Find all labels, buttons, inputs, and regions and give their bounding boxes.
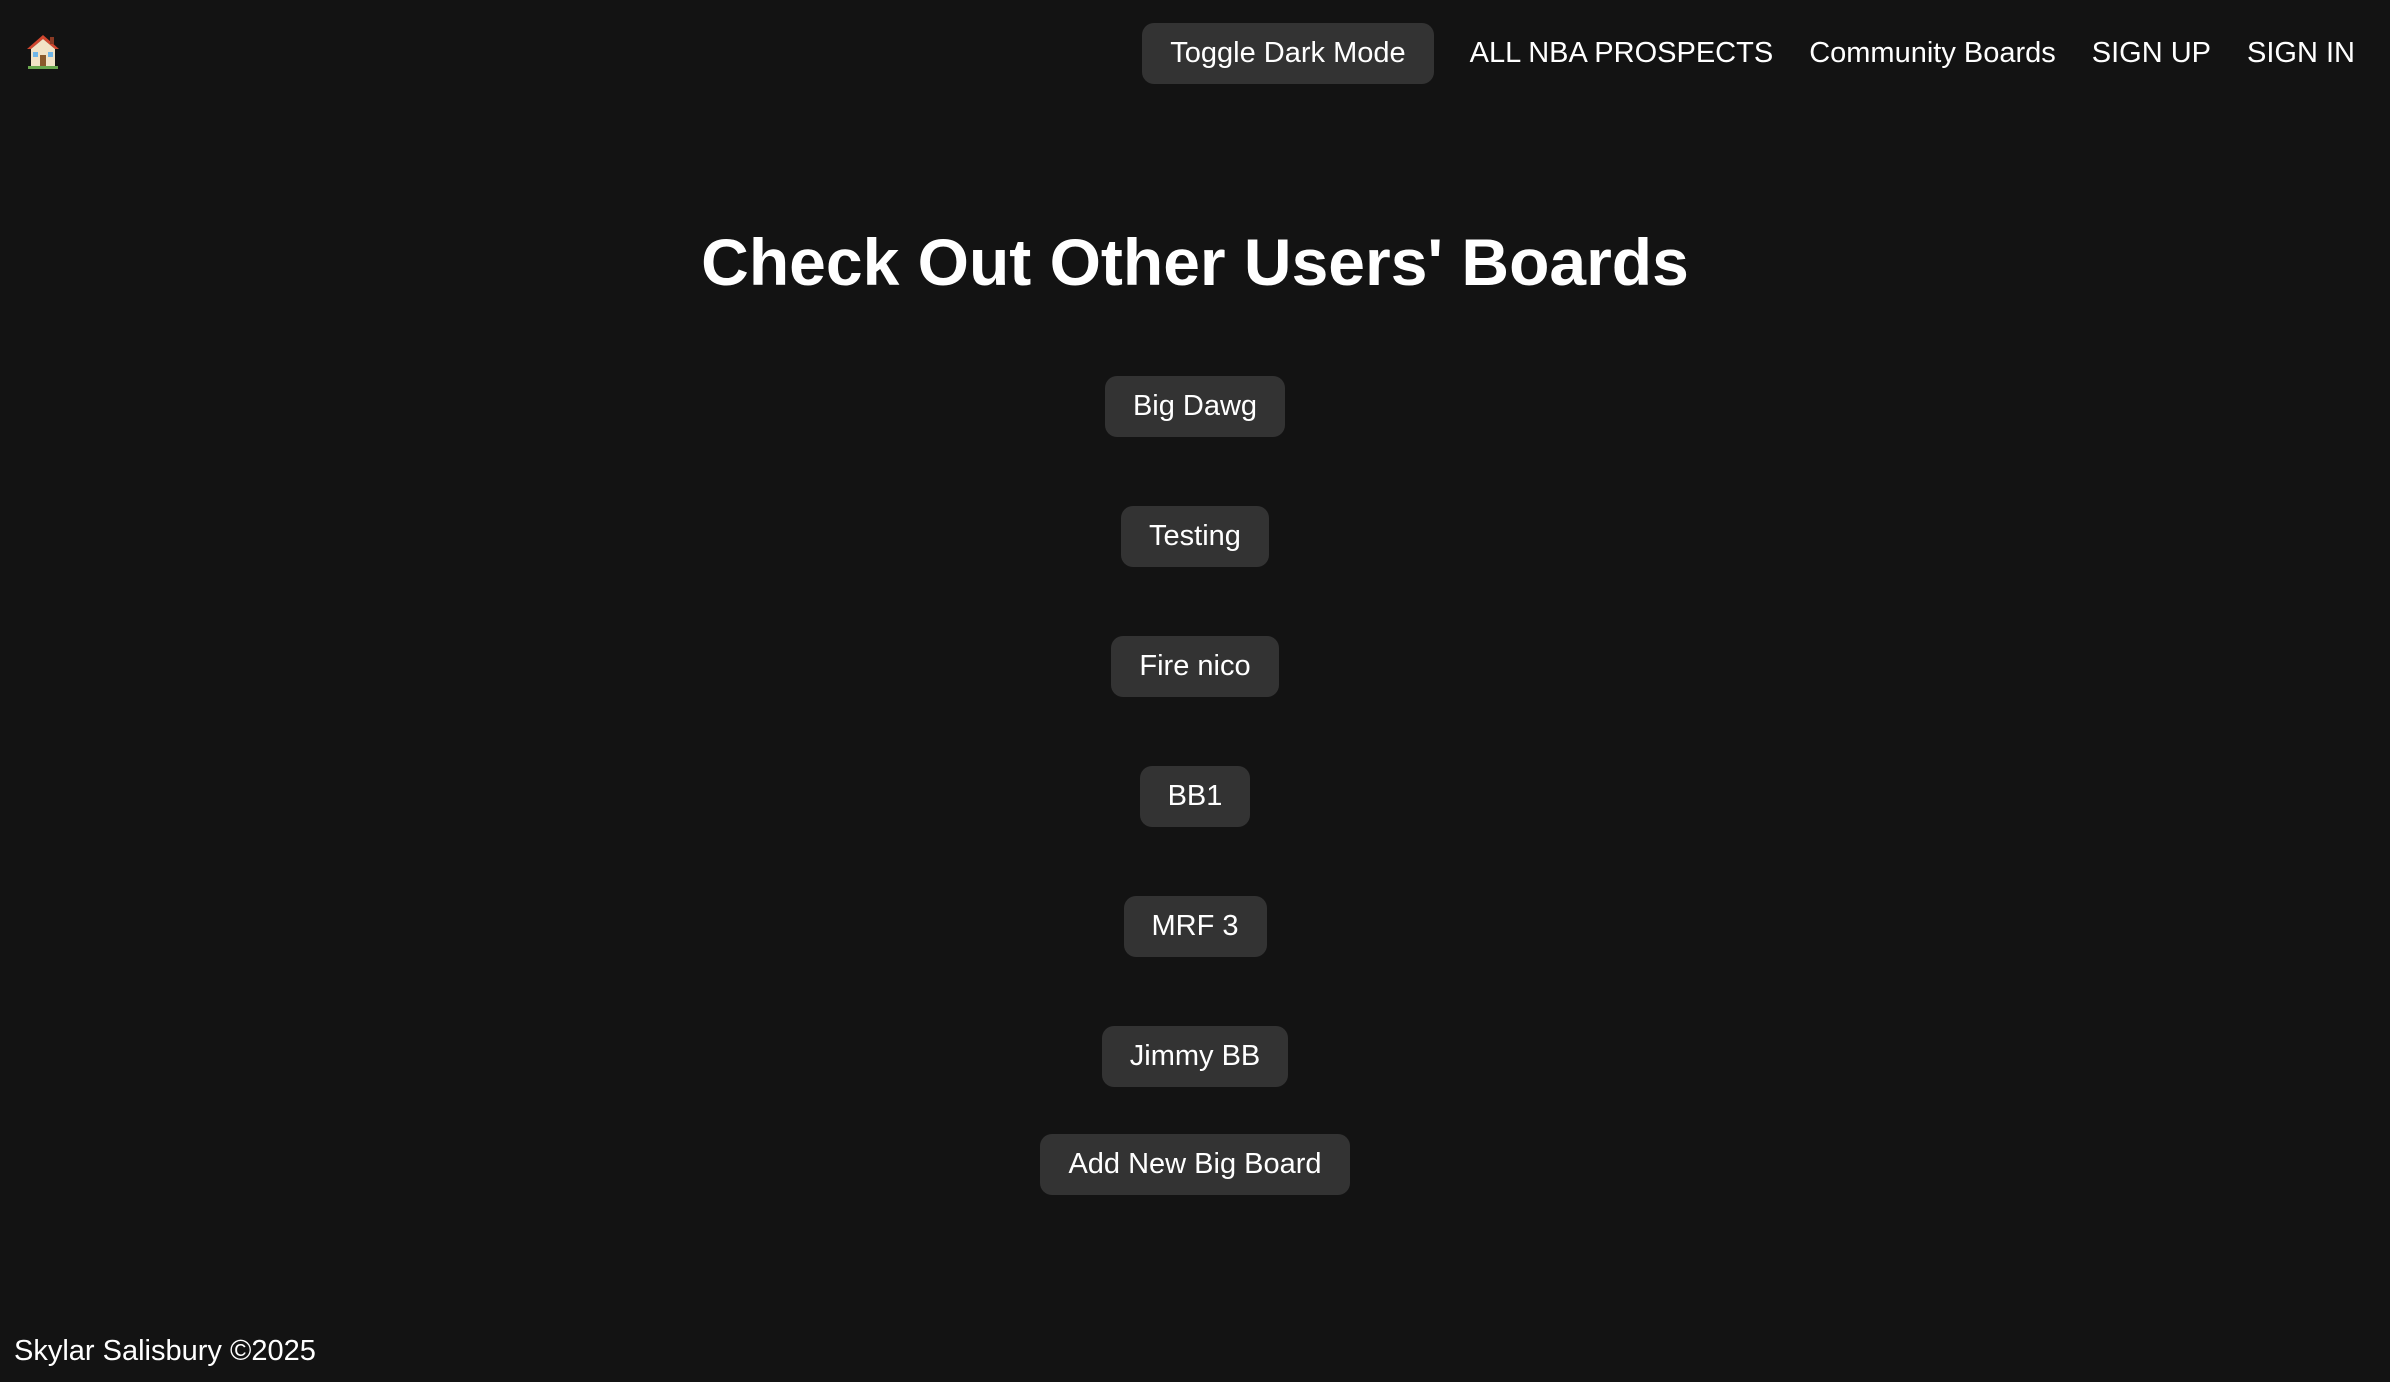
board-button-fire-nico[interactable]: Fire nico [1111,636,1279,697]
toggle-dark-mode-button[interactable]: Toggle Dark Mode [1142,22,1434,84]
board-button-jimmy-bb[interactable]: Jimmy BB [1101,1026,1289,1087]
house-icon [27,35,59,69]
boards-list: Big Dawg Testing Fire nico BB1 MRF 3 Jim… [0,376,2390,1087]
nav-link-all-nba-prospects[interactable]: ALL NBA PROSPECTS [1470,37,1774,70]
nav-link-community-boards[interactable]: Community Boards [1809,37,2056,70]
home-link[interactable] [26,33,60,69]
nav-right-group: Toggle Dark Mode ALL NBA PROSPECTS Commu… [1142,22,2355,84]
add-new-big-board-button[interactable]: Add New Big Board [1040,1134,1350,1195]
board-button-big-dawg[interactable]: Big Dawg [1104,376,1286,437]
nav-link-sign-in[interactable]: SIGN IN [2247,37,2355,70]
top-navbar: Toggle Dark Mode ALL NBA PROSPECTS Commu… [0,0,2390,106]
footer-copyright: Skylar Salisbury ©2025 [14,1335,316,1367]
add-board-container: Add New Big Board [0,1134,2390,1195]
page-title: Check Out Other Users' Boards [701,225,1689,299]
board-button-testing[interactable]: Testing [1121,506,1269,567]
board-button-mrf-3[interactable]: MRF 3 [1123,896,1267,957]
nav-link-sign-up[interactable]: SIGN UP [2092,37,2211,70]
board-button-bb1[interactable]: BB1 [1139,766,1251,827]
